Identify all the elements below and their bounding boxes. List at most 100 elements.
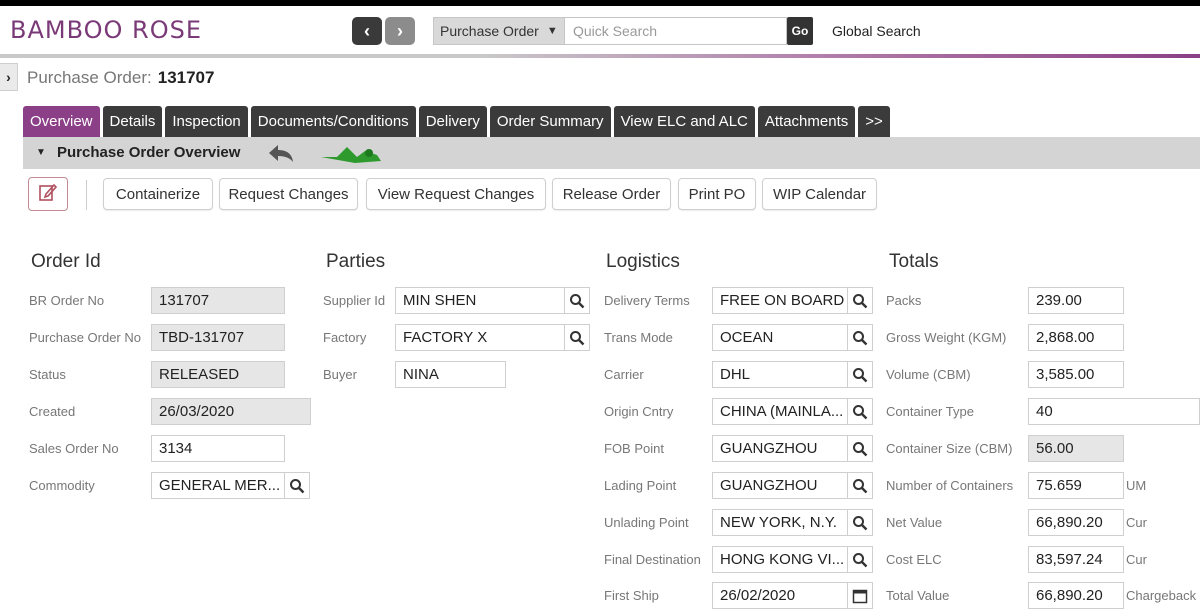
commodity-field[interactable]: GENERAL MER... [151, 472, 285, 499]
app-header: BAMBOO ROSE ‹ › Purchase Order ▼ Go Glob… [0, 6, 1200, 56]
commodity-label: Commodity [29, 478, 95, 493]
tab-overview[interactable]: Overview [23, 106, 100, 137]
search-icon [290, 478, 305, 493]
lading-point-field[interactable]: GUANGZHOU [712, 472, 848, 499]
buyer-field[interactable]: NINA [395, 361, 506, 388]
packs-field[interactable]: 239.00 [1028, 287, 1124, 314]
search-icon [853, 293, 868, 308]
created-label: Created [29, 404, 76, 419]
page-title-label: Purchase Order: [27, 68, 152, 87]
return-arrow-icon[interactable] [266, 141, 296, 170]
go-button[interactable]: Go [787, 17, 813, 45]
collapse-triangle-icon[interactable]: ▼ [36, 147, 46, 158]
containerize-button[interactable]: Containerize [103, 178, 213, 210]
tab-delivery[interactable]: Delivery [418, 106, 487, 137]
created-field: 26/03/2020 [151, 398, 311, 425]
purchase-order-no-label: Purchase Order No [29, 330, 141, 345]
cost-elc-field[interactable]: 83,597.24 [1028, 546, 1124, 573]
container-type-field[interactable]: 40 [1028, 398, 1200, 425]
print-po-button[interactable]: Print PO [678, 178, 756, 210]
final-destination-field[interactable]: HONG KONG VI... [712, 546, 848, 573]
quick-search-input[interactable] [565, 17, 787, 45]
carrier-lookup-button[interactable] [847, 361, 873, 388]
container-size-label: Container Size (CBM) [886, 441, 1013, 456]
toolbar-divider [86, 180, 87, 210]
origin-country-field[interactable]: CHINA (MAINLA... [712, 398, 848, 425]
carrier-label: Carrier [604, 367, 644, 382]
chevron-right-icon: › [397, 20, 403, 41]
tab-order-summary[interactable]: Order Summary [489, 106, 611, 137]
wip-calendar-button[interactable]: WIP Calendar [762, 178, 877, 210]
edit-button[interactable] [28, 177, 68, 211]
forward-nav-button[interactable]: › [385, 17, 415, 45]
app-logo: BAMBOO ROSE [10, 16, 203, 44]
container-type-label: Container Type [886, 404, 974, 419]
tab-attachments[interactable]: Attachments [757, 106, 856, 137]
br-order-no-field: 131707 [151, 287, 285, 314]
request-changes-button[interactable]: Request Changes [219, 178, 358, 210]
carrier-field[interactable]: DHL [712, 361, 848, 388]
origin-country-lookup-button[interactable] [847, 398, 873, 425]
trans-mode-lookup-button[interactable] [847, 324, 873, 351]
workflow-ship-icon[interactable] [319, 141, 385, 172]
search-icon [853, 515, 868, 530]
page-title-po-number: 131707 [157, 68, 215, 87]
tab-documents-conditions[interactable]: Documents/Conditions [250, 106, 416, 137]
tab-view-elc-alc[interactable]: View ELC and ALC [613, 106, 755, 137]
search-icon [853, 404, 868, 419]
back-nav-button[interactable]: ‹ [352, 17, 382, 45]
net-value-label: Net Value [886, 515, 943, 530]
number-of-containers-field[interactable]: 75.659 [1028, 472, 1124, 499]
tab-more[interactable]: >> [858, 106, 890, 137]
logistics-title: Logistics [606, 251, 680, 272]
sidebar-toggle-button[interactable]: › [0, 63, 18, 91]
unlading-point-field[interactable]: NEW YORK, N.Y. [712, 509, 848, 536]
supplier-lookup-button[interactable] [564, 287, 590, 314]
final-destination-lookup-button[interactable] [847, 546, 873, 573]
net-value-field[interactable]: 66,890.20 [1028, 509, 1124, 536]
chevron-left-icon: ‹ [364, 20, 370, 41]
chevron-right-icon: › [6, 69, 11, 85]
cost-elc-currency: Cur [1126, 552, 1147, 567]
parties-title: Parties [326, 251, 386, 272]
trans-mode-field[interactable]: OCEAN [712, 324, 848, 351]
fob-point-field[interactable]: GUANGZHOU [712, 435, 848, 462]
number-of-containers-unit: UM [1126, 478, 1147, 493]
tab-details[interactable]: Details [102, 106, 163, 137]
fob-point-lookup-button[interactable] [847, 435, 873, 462]
first-ship-calendar-button[interactable] [847, 582, 873, 609]
volume-field[interactable]: 3,585.00 [1028, 361, 1124, 388]
lading-point-lookup-button[interactable] [847, 472, 873, 499]
edit-pencil-icon [38, 182, 58, 207]
factory-field[interactable]: FACTORY X [395, 324, 565, 351]
first-ship-label: First Ship [604, 588, 659, 603]
search-icon [853, 441, 868, 456]
page-title: Purchase Order: 131707 [27, 68, 214, 88]
tab-inspection[interactable]: Inspection [165, 106, 248, 137]
view-request-changes-button[interactable]: View Request Changes [366, 178, 546, 210]
volume-label: Volume (CBM) [886, 367, 971, 382]
section-header-bar: ▼ Purchase Order Overview [23, 137, 1200, 169]
delivery-terms-lookup-button[interactable] [847, 287, 873, 314]
search-icon [853, 330, 868, 345]
search-type-select[interactable]: Purchase Order ▼ [433, 17, 565, 45]
supplier-id-field[interactable]: MIN SHEN [395, 287, 565, 314]
total-value-field[interactable]: 66,890.20 [1028, 582, 1124, 609]
first-ship-field[interactable]: 26/02/2020 [712, 582, 848, 609]
search-icon [570, 330, 585, 345]
factory-lookup-button[interactable] [564, 324, 590, 351]
sales-order-no-field[interactable]: 3134 [151, 435, 285, 462]
status-field: RELEASED [151, 361, 285, 388]
delivery-terms-field[interactable]: FREE ON BOARD [712, 287, 848, 314]
final-destination-label: Final Destination [604, 552, 701, 567]
gross-weight-field[interactable]: 2,868.00 [1028, 324, 1124, 351]
br-order-no-label: BR Order No [29, 293, 105, 308]
global-search-link[interactable]: Global Search [832, 23, 921, 39]
release-order-button[interactable]: Release Order [552, 178, 671, 210]
purchase-order-no-field: TBD-131707 [151, 324, 285, 351]
search-icon [853, 478, 868, 493]
status-label: Status [29, 367, 66, 382]
commodity-lookup-button[interactable] [284, 472, 310, 499]
container-size-field: 56.00 [1028, 435, 1124, 462]
unlading-point-lookup-button[interactable] [847, 509, 873, 536]
